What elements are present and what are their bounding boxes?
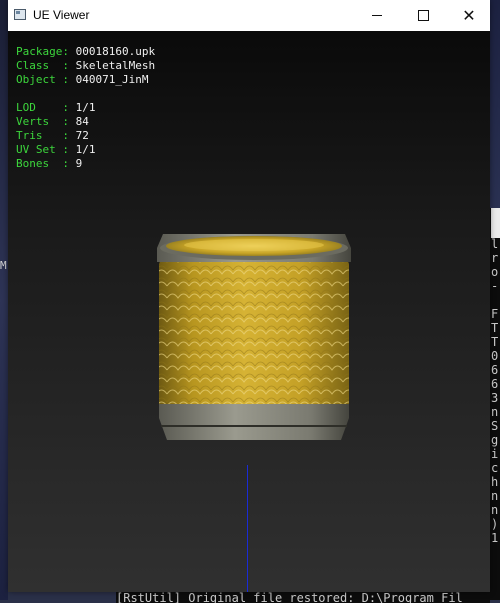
background-desktop-strip xyxy=(490,0,500,208)
console-line: n xyxy=(491,503,499,517)
console-line: 0 xyxy=(491,349,499,363)
console-line: 6 xyxy=(491,377,499,391)
console-line: 1 xyxy=(491,531,499,545)
maximize-icon xyxy=(417,10,429,21)
axis-gizmo-line xyxy=(247,465,248,592)
title-bar[interactable]: UE Viewer ✕ xyxy=(8,0,490,31)
ue-viewer-window: UE Viewer ✕ Package: 00018160.upk Class … xyxy=(8,0,490,592)
console-line: n xyxy=(491,405,499,419)
console-line: n xyxy=(491,489,499,503)
console-line: T xyxy=(491,321,499,335)
console-line: h xyxy=(491,475,499,489)
info-package: Package: 00018160.upk xyxy=(16,45,156,58)
console-line: r xyxy=(491,251,499,265)
console-line: F xyxy=(491,307,499,321)
info-verts: Verts : 84 xyxy=(16,115,89,128)
console-status-line: [RstUtil] Original file restored: D:\Pro… xyxy=(116,591,490,603)
app-window-icon xyxy=(14,9,26,20)
3d-viewport[interactable]: Package: 00018160.upk Class : SkeletalMe… xyxy=(8,31,490,592)
info-tris: Tris : 72 xyxy=(16,129,89,142)
close-icon: ✕ xyxy=(462,5,476,25)
console-line: ) xyxy=(491,517,499,531)
console-line: T xyxy=(491,335,499,349)
info-uvset: UV Set : 1/1 xyxy=(16,143,96,156)
console-line: g xyxy=(491,433,499,447)
desktop-background xyxy=(0,0,8,600)
console-line: 6 xyxy=(491,363,499,377)
minimize-button[interactable] xyxy=(354,0,400,31)
info-bones: Bones : 9 xyxy=(16,157,83,170)
console-line: c xyxy=(491,461,499,475)
close-button[interactable]: ✕ xyxy=(446,0,492,31)
console-line: o xyxy=(491,265,499,279)
console-line: l xyxy=(491,237,499,251)
console-scrollbar[interactable] xyxy=(491,208,500,238)
mesh-info-panel: Package: 00018160.upk Class : SkeletalMe… xyxy=(16,45,155,171)
mesh-render xyxy=(157,234,351,440)
console-line: 3 xyxy=(491,391,499,405)
desktop-text-fragment: M xyxy=(0,259,7,272)
minimize-icon xyxy=(372,15,382,16)
console-line: - xyxy=(491,279,499,293)
info-class: Class : SkeletalMesh xyxy=(16,59,156,72)
console-line: S xyxy=(491,419,499,433)
info-lod: LOD : 1/1 xyxy=(16,101,96,114)
console-line: i xyxy=(491,447,499,461)
window-title: UE Viewer xyxy=(33,8,90,22)
maximize-button[interactable] xyxy=(400,0,446,31)
info-object: Object : 040071_JinM xyxy=(16,73,149,86)
console-text: l r o - F T T 0 6 6 3 n Sg i c h n n) 1 xyxy=(491,237,500,545)
